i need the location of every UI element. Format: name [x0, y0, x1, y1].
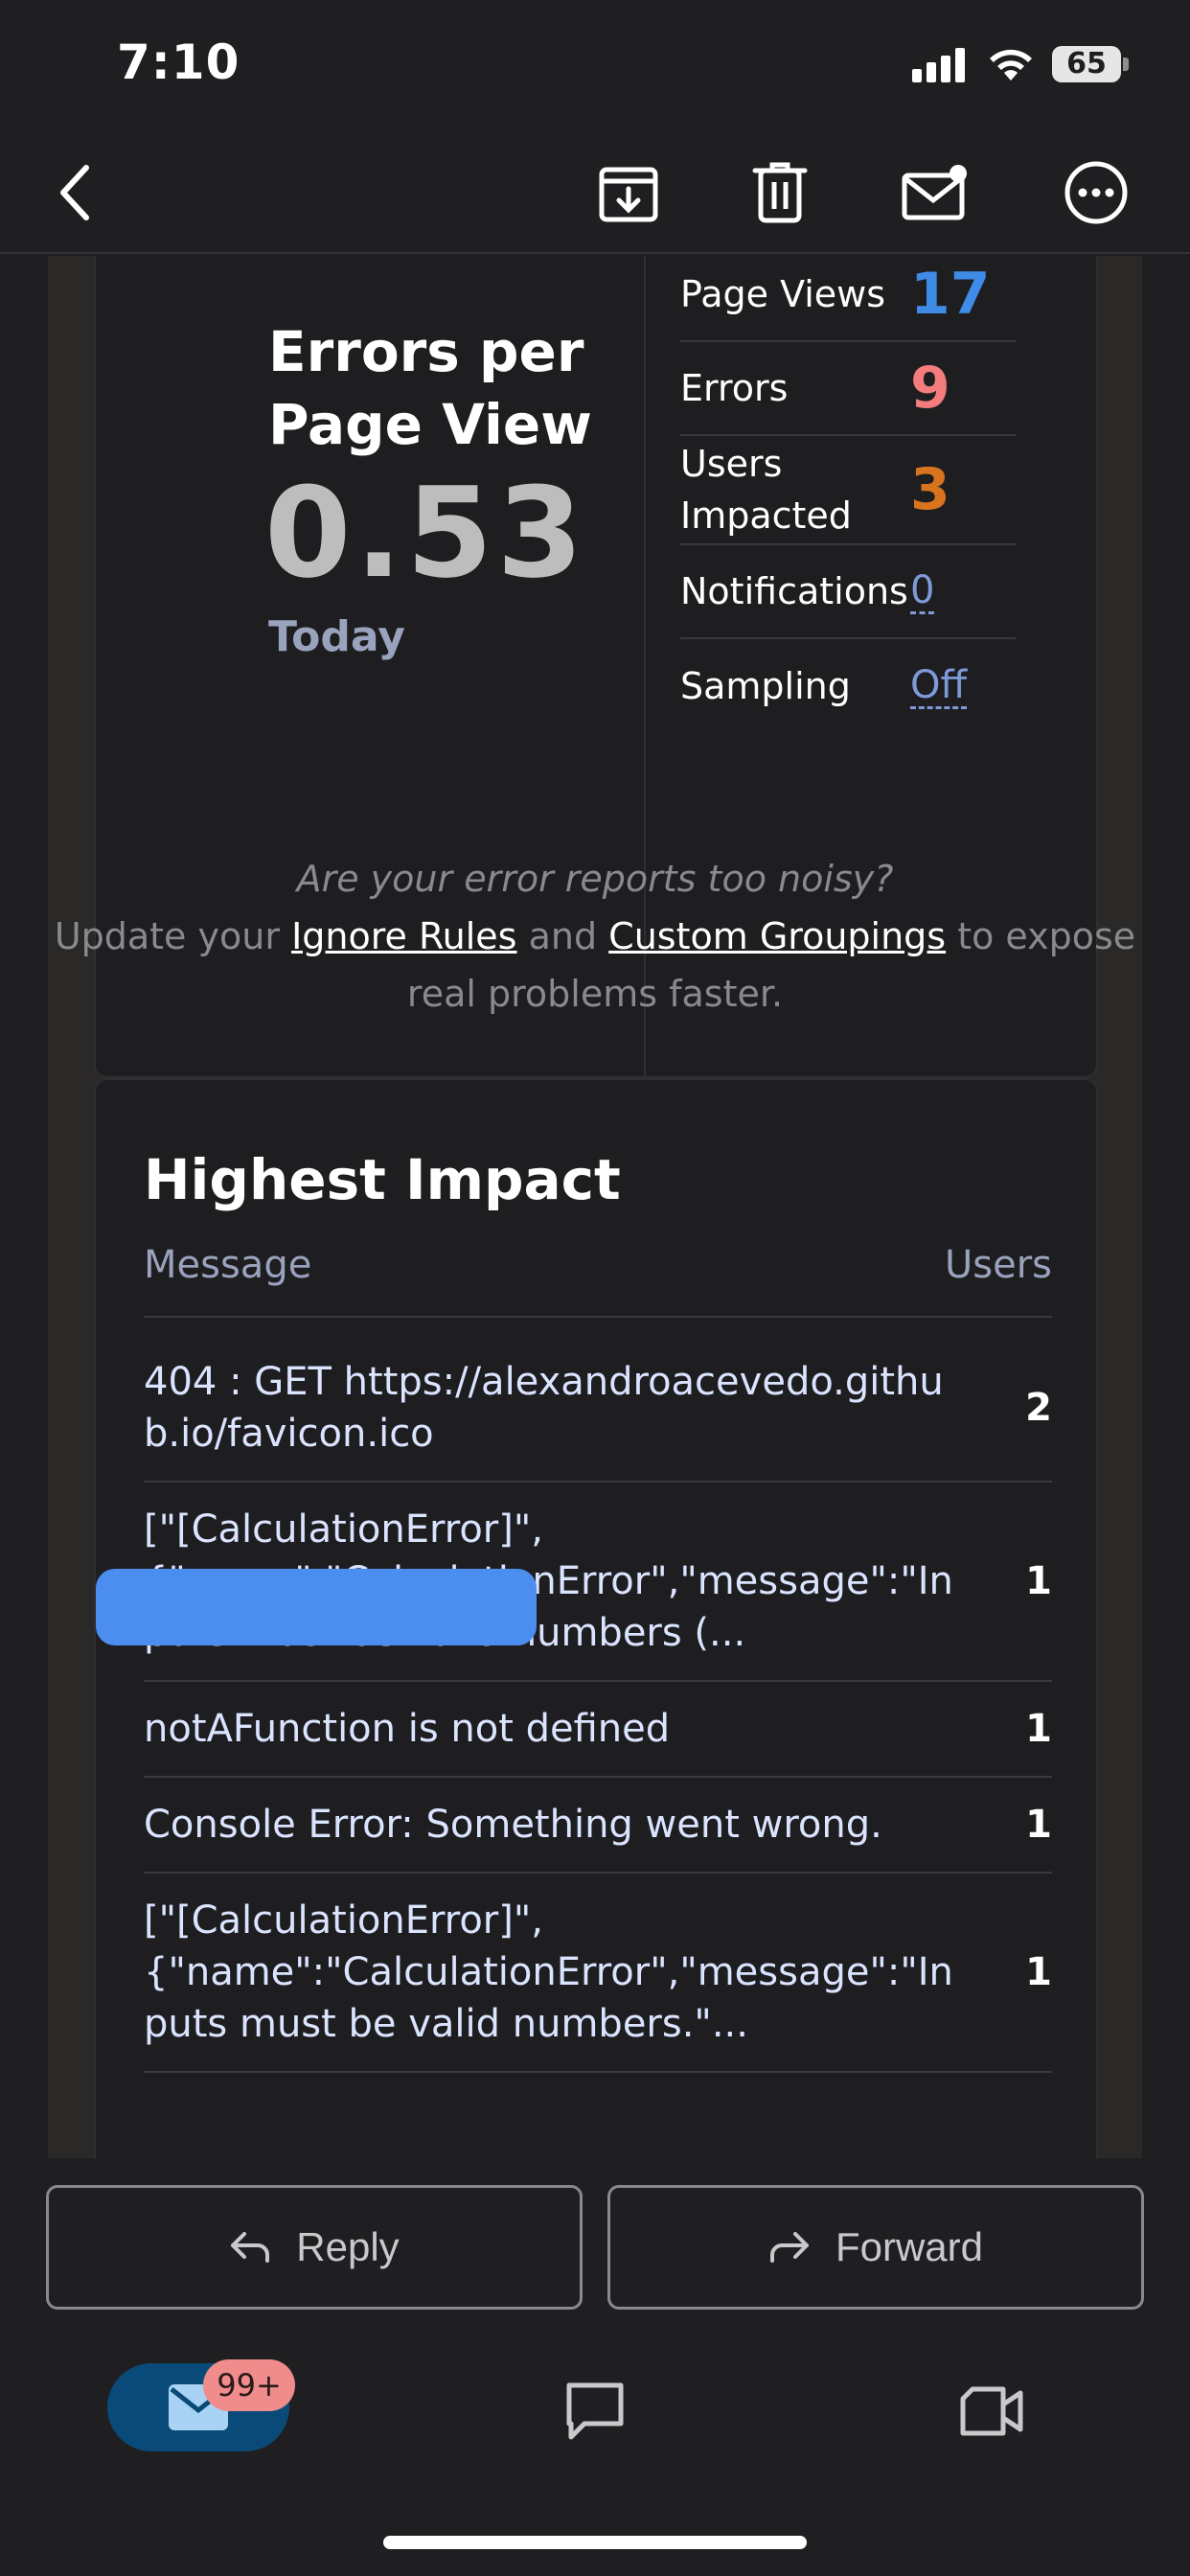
reply-actions: Reply Forward: [0, 2158, 1190, 2340]
column-message: Message: [144, 1243, 312, 1287]
errors-per-page-view-value: 0.53: [264, 460, 587, 606]
mail-count-badge: 99+: [203, 2359, 295, 2411]
stat-label: Users Impacted: [680, 443, 852, 537]
reply-label: Reply: [296, 2224, 400, 2269]
email-body: Errors per Page View 0.53 Today Page Vie…: [48, 256, 1142, 2158]
stat-row-sampling: Sampling Off: [680, 639, 1016, 733]
stat-label: Errors: [680, 367, 789, 409]
table-row[interactable]: 404 : GET https://alexandroacevedo.githu…: [144, 1335, 1052, 1483]
row-message: 404 : GET https://alexandroacevedo.githu…: [144, 1360, 944, 1456]
table-row[interactable]: notAFunction is not defined 1: [144, 1682, 1052, 1778]
table-row[interactable]: ["[CalculationError]",{"name":"Calculati…: [144, 1874, 1052, 2073]
stat-label: Page Views: [680, 273, 886, 315]
noisy-prefix: Update your: [54, 915, 280, 957]
more-icon[interactable]: [1062, 158, 1131, 227]
row-message: ["[CalculationError]",{"name":"Calculati…: [144, 1898, 953, 2046]
table-row[interactable]: Console Error: Something went wrong. 1: [144, 1778, 1052, 1874]
impact-table-header: Message Users: [144, 1243, 1052, 1318]
cellular-signal-icon: [912, 48, 966, 82]
notifications-link[interactable]: 0: [910, 569, 935, 614]
ignore-rules-link[interactable]: Ignore Rules: [291, 915, 516, 957]
stat-row-notifications: Notifications 0: [680, 545, 1016, 639]
impact-table: 404 : GET https://alexandroacevedo.githu…: [144, 1335, 1052, 2073]
cta-button[interactable]: [96, 1569, 537, 1645]
sampling-link[interactable]: Off: [910, 664, 968, 709]
stat-row-errors: Errors 9: [680, 342, 1016, 436]
row-message: Console Error: Something went wrong.: [144, 1803, 882, 1847]
wifi-icon: [990, 49, 1032, 80]
row-users: 1: [1025, 1707, 1052, 1751]
row-users: 2: [1025, 1386, 1052, 1430]
stat-label: Sampling: [680, 665, 851, 707]
battery-level: 65: [1052, 46, 1121, 82]
stat-label: Notifications: [680, 570, 908, 612]
row-users: 1: [1025, 1803, 1052, 1847]
row-message: notAFunction is not defined: [144, 1707, 671, 1751]
home-indicator: [383, 2536, 807, 2549]
errors-per-page-view-period: Today: [268, 612, 405, 661]
forward-label: Forward: [835, 2224, 984, 2269]
stat-row-users-impacted: Users Impacted 3: [680, 436, 1016, 545]
stat-value: 3: [910, 456, 950, 523]
reply-icon: [231, 2232, 270, 2263]
back-icon[interactable]: [40, 158, 109, 227]
stat-row-page-views: Page Views 17: [680, 256, 1016, 342]
row-users: 1: [1025, 1559, 1052, 1603]
noisy-reports-note: Are your error reports too noisy? Update…: [48, 850, 1142, 1023]
tab-chat[interactable]: [557, 2373, 633, 2450]
column-users: Users: [944, 1243, 1052, 1287]
tab-meet[interactable]: [952, 2373, 1029, 2450]
forward-icon: [769, 2232, 809, 2263]
stat-value: 17: [910, 261, 991, 328]
mail-unread-icon[interactable]: [901, 158, 970, 227]
row-users: 1: [1025, 1950, 1052, 1994]
status-bar: 7:10 65: [0, 0, 1190, 129]
status-time: 7:10: [117, 34, 240, 90]
chat-icon: [566, 2382, 624, 2440]
noisy-question: Are your error reports too noisy?: [296, 858, 894, 900]
forward-button[interactable]: Forward: [607, 2185, 1144, 2310]
custom-groupings-link[interactable]: Custom Groupings: [608, 915, 946, 957]
stat-rows: Page Views 17 Errors 9 Users Impacted 3 …: [680, 256, 1016, 733]
stat-value: 9: [910, 355, 950, 422]
noisy-mid: and: [528, 915, 598, 957]
reply-button[interactable]: Reply: [46, 2185, 583, 2310]
video-icon: [960, 2386, 1023, 2436]
archive-icon[interactable]: [594, 158, 663, 227]
battery-icon: 65: [1052, 46, 1129, 82]
email-toolbar: [0, 129, 1190, 254]
trash-icon[interactable]: [745, 158, 814, 227]
errors-per-page-view-title: Errors per Page View: [268, 319, 592, 457]
highest-impact-title: Highest Impact: [144, 1147, 621, 1212]
